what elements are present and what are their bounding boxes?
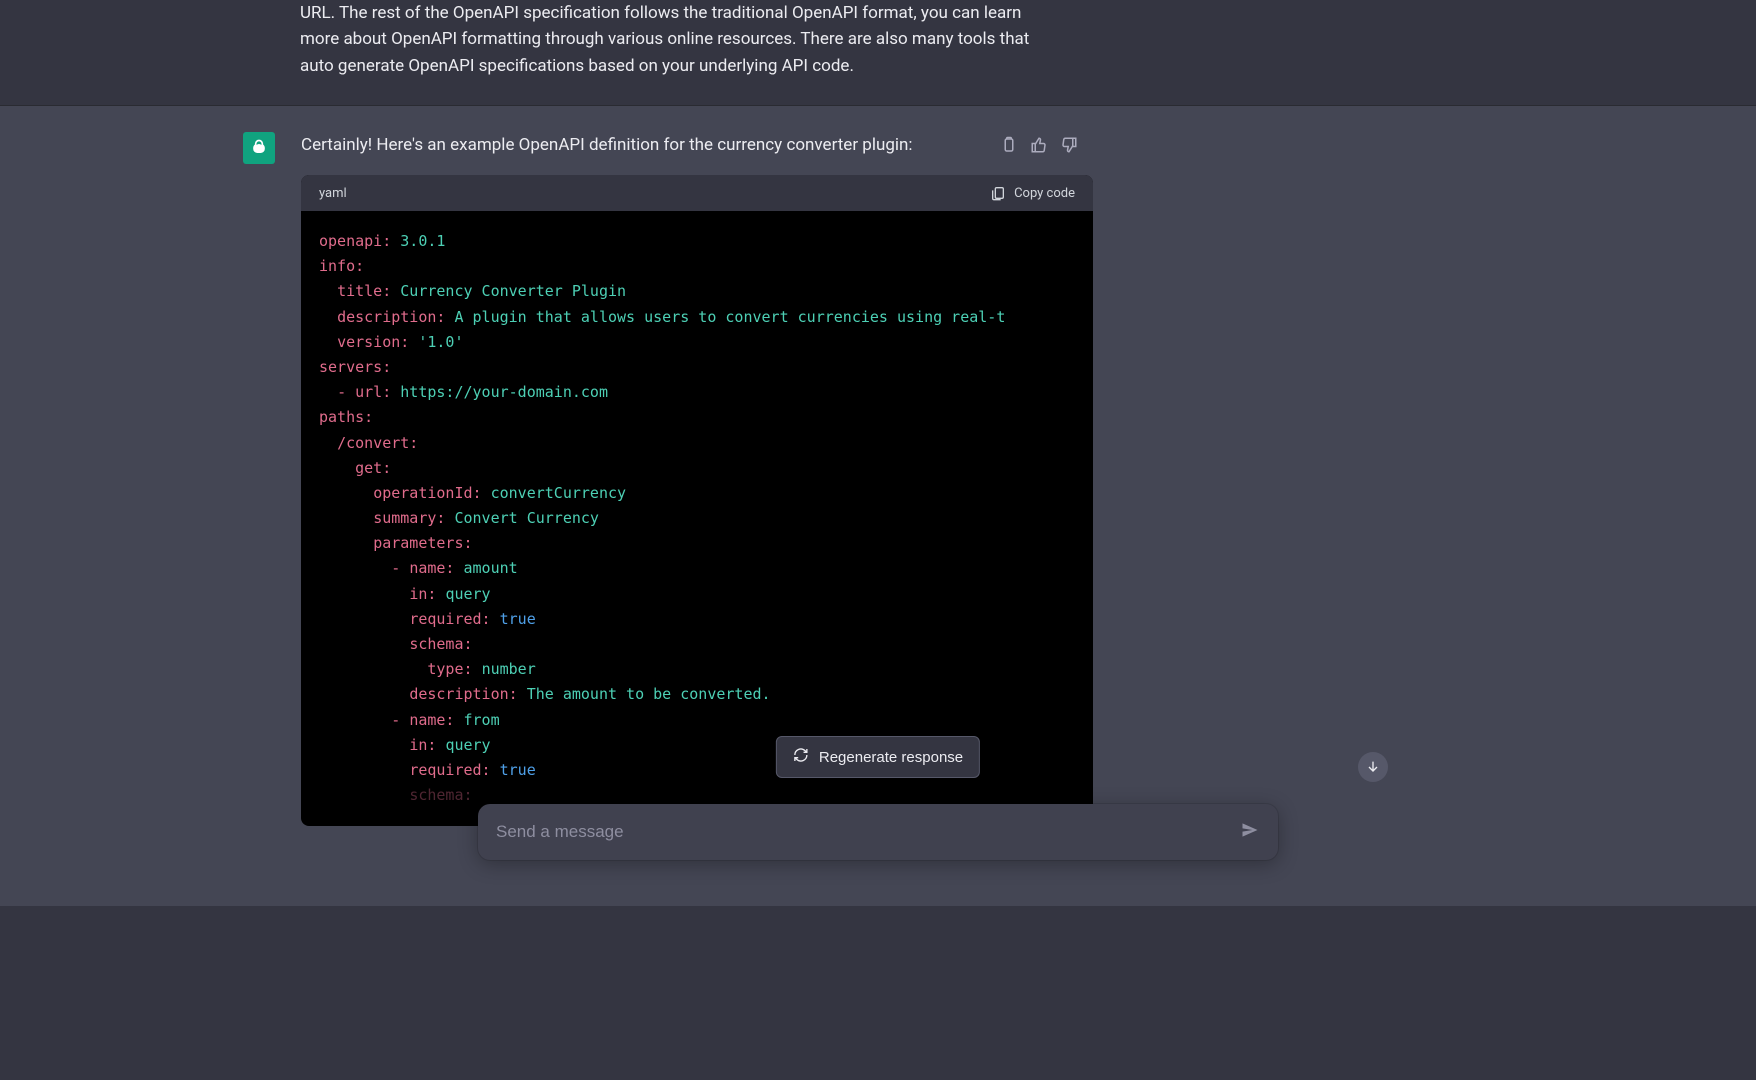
regenerate-response-button[interactable]: Regenerate response	[776, 736, 980, 778]
send-button[interactable]	[1240, 820, 1260, 844]
clipboard-icon[interactable]	[1000, 136, 1018, 158]
previous-message-section: URL. The rest of the OpenAPI specificati…	[0, 0, 1756, 106]
regenerate-label: Regenerate response	[819, 749, 963, 766]
copy-code-label: Copy code	[1014, 186, 1075, 201]
copy-code-button[interactable]: Copy code	[990, 185, 1075, 201]
code-language-label: yaml	[319, 186, 347, 201]
thumbs-down-icon[interactable]	[1060, 136, 1078, 158]
scroll-to-bottom-button[interactable]	[1358, 752, 1388, 782]
code-body[interactable]: openapi: 3.0.1 info: title: Currency Con…	[301, 211, 1093, 826]
code-block: yaml Copy code openapi: 3.0.1 info: titl…	[301, 175, 1093, 826]
message-input[interactable]	[496, 822, 1226, 842]
assistant-response-section: Certainly! Here's an example OpenAPI def…	[0, 106, 1756, 906]
previous-message-text: URL. The rest of the OpenAPI specificati…	[300, 0, 1045, 79]
refresh-icon	[793, 747, 809, 767]
code-header: yaml Copy code	[301, 175, 1093, 211]
message-input-container	[478, 804, 1278, 860]
assistant-avatar	[243, 132, 275, 164]
thumbs-up-icon[interactable]	[1030, 136, 1048, 158]
assistant-response-text: Certainly! Here's an example OpenAPI def…	[301, 132, 1093, 155]
